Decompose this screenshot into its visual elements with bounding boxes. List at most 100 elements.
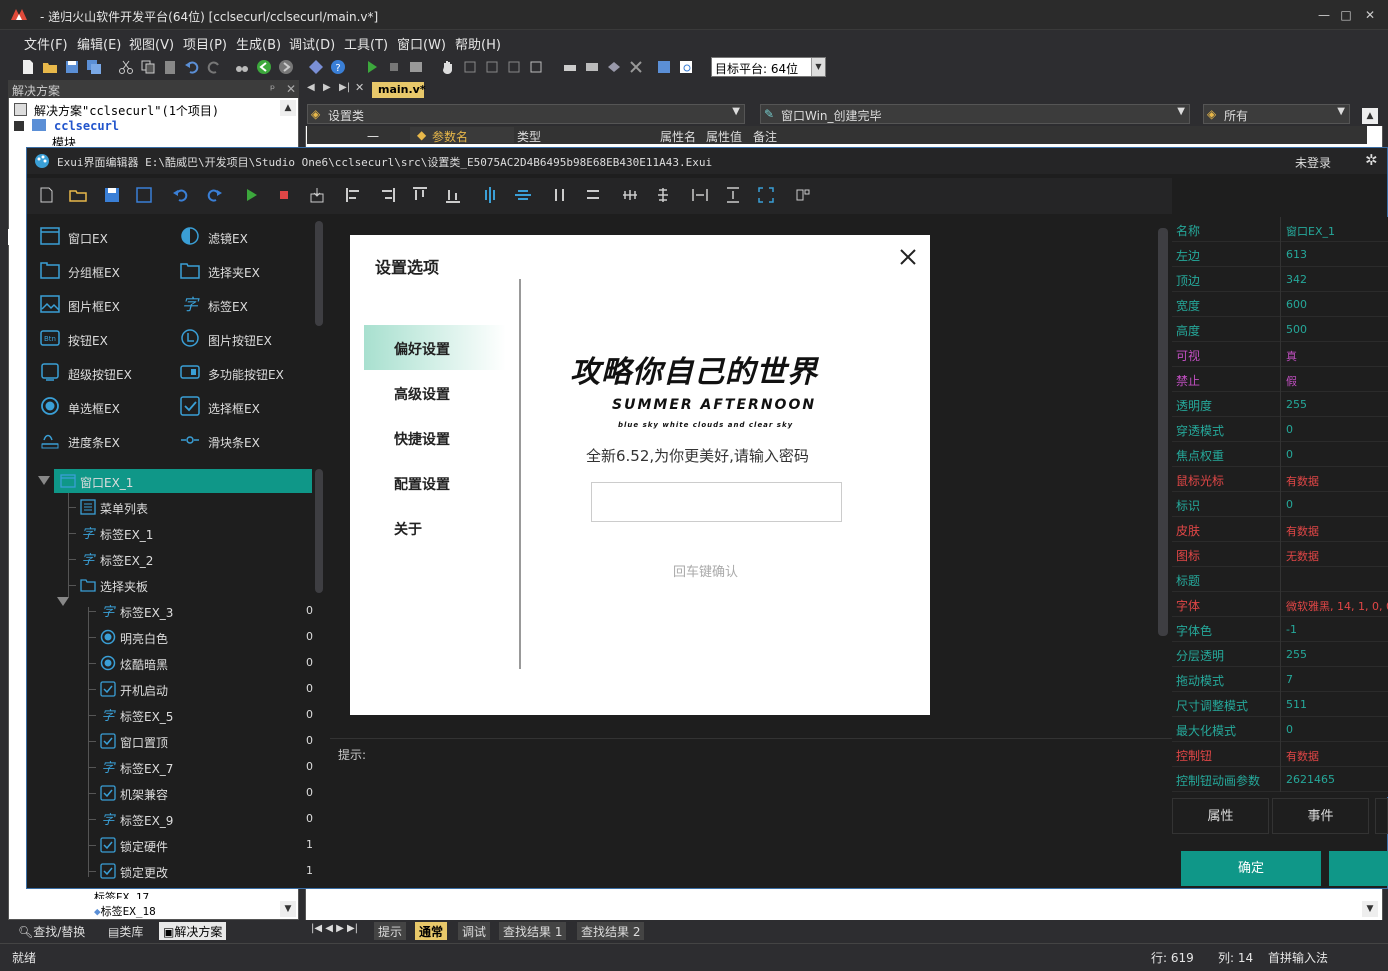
property-row[interactable]: 左边 613 [1172,242,1388,267]
property-value[interactable]: 有数据 [1286,473,1319,489]
toolbar-tool-icon[interactable] [606,59,622,75]
tab-class-library[interactable]: ▤类库 [104,922,147,940]
align-top-icon[interactable] [411,186,429,204]
tree-node[interactable]: 开机启动 0 [32,679,313,699]
menu-about[interactable]: 关于 [394,519,422,539]
tree-node[interactable]: 机架兼容 0 [32,783,313,803]
forward-icon[interactable] [278,59,294,75]
close-panel-icon[interactable]: ✕ [286,82,296,96]
pin-icon[interactable]: ᵖ [270,82,275,96]
property-value[interactable]: 0 [1286,448,1293,461]
tab-properties[interactable]: 属性 [1172,798,1269,834]
tab-solution[interactable]: ▣解决方案 [159,922,227,940]
chevron-down-icon[interactable]: ▼ [811,58,825,76]
property-value[interactable]: 342 [1286,273,1307,286]
menu-debug[interactable]: 调试(D) [289,34,335,53]
tab-find-replace[interactable]: 🔍︎查找/替换 [14,922,89,940]
tree-node[interactable]: 字标签EX_2 [32,549,282,569]
redo-icon[interactable] [205,186,223,204]
scroll-up-icon[interactable]: ▲ [1362,108,1378,124]
help-icon[interactable]: ? [330,59,346,75]
property-value[interactable]: 无数据 [1286,548,1319,564]
property-row[interactable]: 标题 [1172,567,1388,592]
canvas-scrollbar[interactable] [1158,228,1168,636]
tree-node[interactable]: 锁定硬件 1 [32,835,313,855]
menu-help[interactable]: 帮助(H) [455,34,501,53]
property-value[interactable]: 511 [1286,698,1307,711]
tab-debug[interactable]: 调试 [458,922,491,940]
property-row[interactable]: 控制钮动画参数 2621465 [1172,767,1388,792]
center-vertical-icon[interactable] [514,186,532,204]
menu-window[interactable]: 窗口(W) [397,34,446,53]
close-icon[interactable] [899,248,917,266]
save-as-icon[interactable] [135,186,153,204]
step-out-icon[interactable] [506,59,522,75]
palette-scrollbar[interactable] [315,221,323,326]
run-icon[interactable] [364,59,380,75]
run-icon[interactable] [242,186,260,204]
fit-width-icon[interactable] [691,186,709,204]
menu-build[interactable]: 生成(B) [236,34,281,53]
layout-icon[interactable] [794,186,812,204]
distribute-horizontal-icon[interactable] [551,186,569,204]
property-value[interactable]: 0 [1286,498,1293,511]
center-horizontal-icon[interactable] [481,186,499,204]
menu-config[interactable]: 配置设置 [394,474,450,494]
fullscreen-icon[interactable] [757,186,775,204]
distribute-vertical-icon[interactable] [584,186,602,204]
menu-tools[interactable]: 工具(T) [344,34,388,53]
fit-height-icon[interactable] [724,186,742,204]
step-into-icon[interactable] [462,59,478,75]
cut-icon[interactable] [118,59,134,75]
tree-node[interactable]: 选择夹板 [32,575,282,595]
new-file-icon[interactable] [20,59,36,75]
property-row[interactable]: 字体 微软雅黑, 14, 1, 0, 0 [1172,592,1388,617]
same-height-icon[interactable] [654,186,672,204]
solution-item[interactable]: ◆标签EX_18 [94,903,156,919]
align-right-icon[interactable] [378,186,396,204]
property-value[interactable]: 2621465 [1286,773,1335,786]
property-row[interactable]: 名称 窗口EX_1 [1172,217,1388,242]
secondary-button[interactable] [1329,851,1388,886]
tab-nav-left-icon[interactable]: ◀ [307,82,315,93]
tab-find-results-2[interactable]: 查找结果 2 [577,922,645,940]
tree-node[interactable]: 字标签EX_1 [32,523,282,543]
property-row[interactable]: 尺寸调整模式 511 [1172,692,1388,717]
paste-icon[interactable] [162,59,178,75]
save-icon[interactable] [103,186,121,204]
property-value[interactable]: 613 [1286,248,1307,261]
property-value[interactable]: 255 [1286,648,1307,661]
tree-node[interactable]: 菜单列表 [32,497,282,517]
hand-icon[interactable] [440,59,456,75]
property-row[interactable]: 最大化模式 0 [1172,717,1388,742]
scroll-down-icon[interactable]: ▼ [1362,901,1378,917]
collapse-icon[interactable] [14,121,24,131]
menu-advanced[interactable]: 高级设置 [394,384,450,404]
solution-item[interactable]: 标签EX_17 [94,889,149,899]
property-row[interactable]: 顶边 342 [1172,267,1388,292]
menu-shortcuts[interactable]: 快捷设置 [394,429,450,449]
scroll-up-icon[interactable]: ▲ [280,100,296,116]
property-row[interactable]: 拖动模式 7 [1172,667,1388,692]
property-value[interactable]: 500 [1286,323,1307,336]
document-icon[interactable] [656,59,672,75]
property-row[interactable]: 透明度 255 [1172,392,1388,417]
menu-edit[interactable]: 编辑(E) [77,34,121,53]
debug-tools-icon[interactable] [408,59,424,75]
property-row[interactable]: 焦点权重 0 [1172,442,1388,467]
tree-node[interactable]: 炫酷暗黑 0 [32,653,313,673]
property-value[interactable]: 0 [1286,723,1293,736]
align-left-icon[interactable] [345,186,363,204]
close-button[interactable]: ✕ [1360,8,1380,22]
toolbar-tool-icon[interactable] [562,59,578,75]
gear-icon[interactable]: ✲ [1365,151,1378,169]
property-row[interactable]: 高度 500 [1172,317,1388,342]
property-row[interactable]: 控制钮 有数据 [1172,742,1388,767]
property-value[interactable]: 7 [1286,673,1293,686]
property-value[interactable]: 真 [1286,348,1297,364]
undo-icon[interactable] [172,186,190,204]
property-value[interactable]: 600 [1286,298,1307,311]
open-folder-icon[interactable] [42,59,58,75]
settings-dialog-preview[interactable]: 设置选项 偏好设置 高级设置 快捷设置 配置设置 关于 攻略你自己的世界 SUM… [350,235,930,715]
tree-node[interactable]: 字标签EX_9 0 [32,809,313,829]
